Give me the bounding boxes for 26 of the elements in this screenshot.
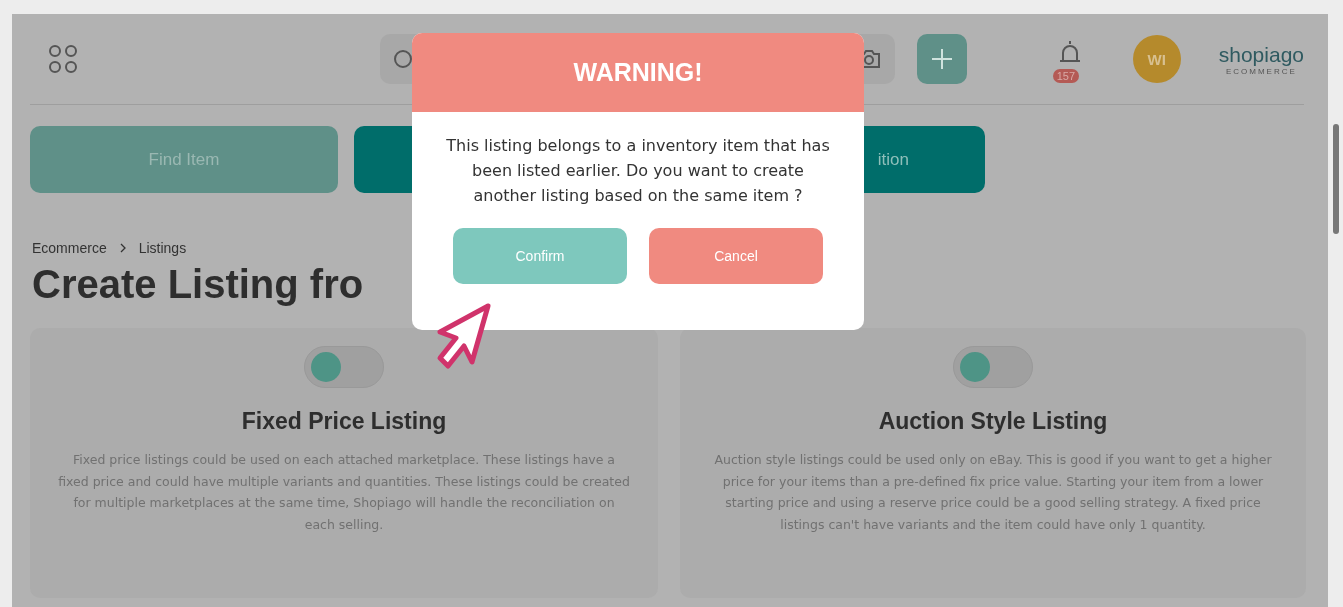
add-button[interactable] [917,34,967,84]
card-description: Auction style listings could be used only on eBay. This is good if you want to get a higher price for your items than a pre-defined fix price value. Starting your item from a lower starting price and using a reserve price could be a good selling strategy. A fixed price listings can't have variants and the item could have only 1 quantity. [713,451,1273,534]
plus-icon [930,47,954,71]
listing-type-card[interactable] [30,328,658,598]
notification-badge: 157 [1052,69,1080,83]
action-button[interactable]: Find Item [30,126,338,193]
dialog-title: WARNING! [412,33,864,112]
card-title: Auction Style Listing [878,408,1108,435]
dialog-button[interactable]: Confirm [453,228,627,284]
dialog-message: This listing belongs to a inventory item that has been listed earlier. Do you want to create another listing based on the same item ? [445,135,831,207]
card-title: Fixed Price Listing [241,408,447,435]
chevron-right-icon [118,243,127,253]
user-avatar[interactable]: WI [1132,35,1181,83]
breadcrumb-link[interactable]: Ecommerce [32,240,107,256]
breadcrumb-link[interactable]: Listings [138,240,187,256]
search-icon [392,48,414,70]
listing-type-card[interactable] [680,328,1306,598]
toggle-switch[interactable] [953,346,1033,388]
dialog-button[interactable]: Cancel [649,228,823,284]
logo-wordmark: shopiago [1218,42,1304,67]
logo-tagline: ECOMMERCE [1225,66,1297,76]
card-description: Fixed price listings could be used on each attached marketplace. These listings have a fixed price and could have multiple variants and quantities. These listings could be created for multiple marketplaces at the same time, Shopiago will handle the reconciliation on each selling. [57,451,631,534]
scrollbar-thumb[interactable] [1333,124,1339,234]
apps-grid-icon[interactable] [48,44,78,74]
toggle-switch[interactable] [304,346,384,388]
page-title: Create Listing fro [32,262,365,307]
